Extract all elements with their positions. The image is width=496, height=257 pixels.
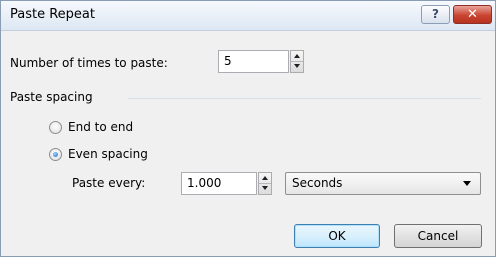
time-unit-select[interactable]: Seconds [285, 172, 481, 195]
spin-down-button[interactable] [291, 62, 303, 72]
title-bar[interactable]: Paste Repeat ? ✕ [1, 1, 495, 31]
paste-every-label: Paste every: [72, 176, 146, 190]
close-button[interactable]: ✕ [453, 5, 492, 24]
paste-every-value: 1.000 [187, 176, 222, 190]
spin-down-icon [294, 64, 300, 68]
times-to-paste-value: 5 [224, 54, 232, 68]
radio-selected-dot [53, 152, 58, 157]
time-unit-value: Seconds [292, 176, 343, 190]
end-to-end-radio[interactable] [49, 121, 62, 134]
cancel-button[interactable]: Cancel [394, 224, 482, 248]
spin-down-icon [262, 186, 268, 190]
ok-label: OK [328, 229, 346, 243]
times-to-paste-label: Number of times to paste: [10, 56, 168, 70]
cancel-label: Cancel [417, 229, 459, 243]
even-spacing-radio[interactable] [49, 148, 62, 161]
help-button[interactable]: ? [421, 5, 450, 24]
paste-every-spinner[interactable] [258, 172, 272, 195]
group-divider [128, 98, 481, 99]
paste-repeat-dialog: Paste Repeat ? ✕ Number of times to past… [0, 0, 496, 257]
dialog-title: Paste Repeat [10, 7, 95, 22]
help-icon: ? [432, 7, 439, 21]
spin-up-button[interactable] [291, 51, 303, 62]
even-spacing-label[interactable]: Even spacing [68, 147, 148, 161]
times-to-paste-input[interactable]: 5 [218, 50, 289, 73]
times-to-paste-spinner[interactable] [290, 50, 304, 73]
spin-up-button[interactable] [259, 173, 271, 184]
spin-up-icon [262, 176, 268, 180]
spin-up-icon [294, 54, 300, 58]
spin-down-button[interactable] [259, 184, 271, 194]
chevron-down-icon [463, 181, 471, 186]
close-icon: ✕ [467, 7, 478, 22]
paste-spacing-group-label: Paste spacing [10, 90, 93, 104]
paste-every-input[interactable]: 1.000 [181, 172, 257, 195]
ok-button[interactable]: OK [294, 224, 380, 248]
end-to-end-label[interactable]: End to end [68, 120, 133, 134]
